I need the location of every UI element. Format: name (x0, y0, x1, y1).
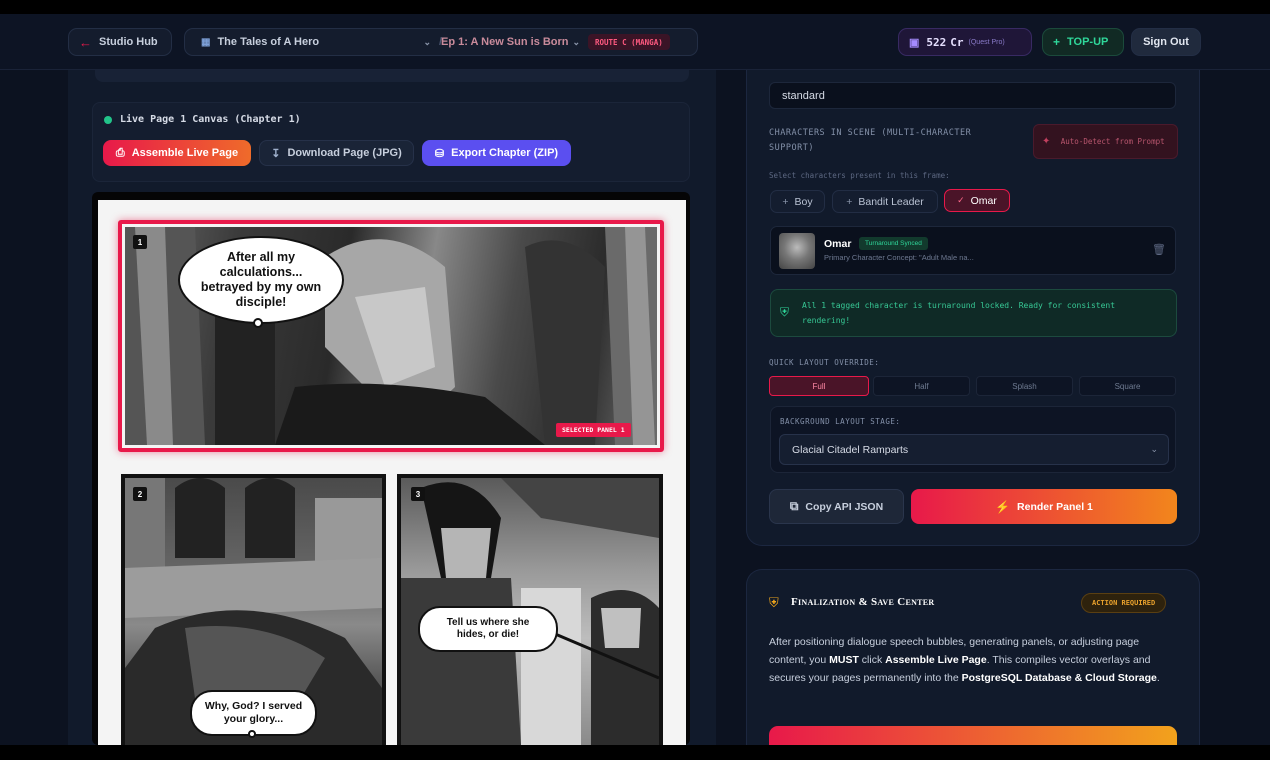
assemble-live-page-button[interactable]: ⎙ Assemble Live Page (103, 140, 251, 166)
studio-hub-button[interactable]: ← Studio Hub (68, 28, 172, 56)
fin-text-4: . (1156, 672, 1160, 684)
lightning-icon: ⚡ (995, 499, 1011, 514)
characters-label: CHARACTERS IN SCENE (MULTI-CHARACTER SUP… (769, 128, 972, 154)
database-icon: ⛁ (434, 147, 445, 160)
plus-icon: + (782, 195, 789, 208)
fin-must: MUST (829, 654, 859, 666)
download-icon: ↧ (271, 147, 281, 160)
episode-label: Ep 1: A New Sun is Born (441, 36, 569, 48)
chevron-down-icon: ⌄ (423, 36, 431, 47)
coin-icon: ▣ (909, 36, 920, 49)
layout-square[interactable]: Square (1079, 376, 1176, 396)
finalization-title: Finalization & Save Center (791, 596, 935, 608)
shield-icon: ⛨ (769, 595, 779, 610)
background-select[interactable]: Glacial Citadel Ramparts ⌄ (779, 434, 1169, 465)
character-card (770, 226, 1176, 275)
auto-detect-label: Auto-Detect from Prompt (1060, 136, 1165, 146)
credits-value: 522 (926, 35, 947, 49)
app-window: ← Studio Hub ▦ The Tales of A Hero ⌄ / E… (0, 0, 1270, 760)
studio-hub-label: Studio Hub (99, 36, 158, 48)
selected-panel-tag: SELECTED PANEL 1 (556, 423, 631, 437)
select-hint: Select characters present in this frame: (769, 171, 950, 180)
character-chip-boy[interactable]: + Boy (770, 190, 825, 213)
render-label: Render Panel 1 (1017, 500, 1093, 513)
letterbox-top (0, 0, 1270, 14)
character-chip-label: Omar (970, 194, 997, 207)
bubble-tail-handle[interactable] (248, 730, 256, 738)
panel-3-speech-bubble[interactable]: Tell us where she hides, or die! (418, 606, 558, 652)
panel-1-number: 1 (133, 235, 147, 249)
character-name: Omar (824, 238, 852, 250)
layout-full[interactable]: Full (769, 376, 869, 396)
fin-db: PostgreSQL Database & Cloud Storage (961, 672, 1157, 684)
credits-badge[interactable]: ▣ 522 Cr (Quest Pro) (898, 28, 1032, 56)
project-selector: ▦ The Tales of A Hero ⌄ / Ep 1: A New Su… (184, 28, 698, 56)
letterbox-bottom (0, 745, 1270, 760)
credits-unit: Cr (950, 35, 964, 49)
background-label: BACKGROUND LAYOUT STAGE: (780, 417, 901, 426)
panel-3-number: 3 (411, 487, 425, 501)
chevron-down-icon: ⌄ (1150, 444, 1158, 454)
arrow-left-icon: ← (79, 34, 92, 50)
check-icon: ✓ (957, 195, 965, 205)
style-field[interactable]: standard (769, 82, 1176, 109)
turnaround-badge: Turnaround Synced (859, 237, 928, 250)
canvas-status: Live Page 1 Canvas (Chapter 1) (120, 114, 301, 125)
layout-half[interactable]: Half (873, 376, 970, 396)
character-chip-bandit-leader[interactable]: + Bandit Leader (832, 190, 938, 213)
panel-2-speech-bubble[interactable]: Why, God? I served your glory... (190, 690, 317, 736)
character-avatar (779, 233, 815, 269)
sign-out-button[interactable]: Sign Out (1131, 28, 1201, 56)
finalization-text: After positioning dialogue speech bubble… (769, 633, 1169, 687)
character-chip-label: Boy (794, 195, 813, 208)
panel-prev-edge (95, 70, 689, 82)
character-concept: Primary Character Concept: "Adult Male n… (824, 253, 974, 262)
background-value: Glacial Citadel Ramparts (792, 443, 909, 456)
plus-icon: + (846, 195, 853, 208)
chevron-down-icon: ⌄ (572, 36, 581, 47)
panel-1-speech-bubble[interactable]: After all my calculations... betrayed by… (178, 236, 344, 324)
top-header: ← Studio Hub ▦ The Tales of A Hero ⌄ / E… (0, 14, 1270, 70)
download-page-button[interactable]: ↧ Download Page (JPG) (259, 140, 414, 166)
auto-detect-button[interactable]: ✦ Auto-Detect from Prompt (1033, 124, 1178, 159)
plan-label: (Quest Pro) (968, 38, 1005, 46)
shield-check-icon: ⛨ (780, 305, 790, 319)
panel-2-number: 2 (133, 487, 147, 501)
layout-splash[interactable]: Splash (976, 376, 1073, 396)
export-chapter-button[interactable]: ⛁ Export Chapter (ZIP) (422, 140, 571, 166)
book-icon: ▦ (201, 36, 211, 48)
trash-icon[interactable]: 🗑 (1152, 243, 1166, 256)
save-button-partial[interactable] (769, 726, 1177, 745)
topup-button[interactable]: + TOP-UP (1042, 28, 1124, 56)
action-required-badge: ACTION REQUIRED (1081, 593, 1167, 613)
copy-json-label: Copy API JSON (805, 500, 884, 513)
character-chip-label: Bandit Leader (858, 195, 924, 208)
character-chip-omar[interactable]: ✓ Omar (944, 189, 1010, 212)
fin-assemble: Assemble Live Page (885, 654, 987, 666)
bubble-tail-handle[interactable] (253, 318, 263, 328)
export-label: Export Chapter (ZIP) (451, 147, 559, 159)
project-title: The Tales of A Hero (217, 36, 320, 48)
plus-icon: + (1053, 35, 1061, 49)
printer-icon: ⎙ (115, 146, 125, 159)
magic-icon: ✦ (1042, 136, 1051, 147)
fin-text-2: click (858, 654, 886, 666)
download-label: Download Page (JPG) (287, 147, 402, 159)
live-status-dot (104, 116, 112, 124)
project-dropdown[interactable]: ▦ The Tales of A Hero ⌄ (201, 29, 431, 55)
topup-label: TOP-UP (1067, 36, 1109, 48)
episode-dropdown[interactable]: Ep 1: A New Sun is Born ⌄ (441, 29, 580, 55)
lock-notice-text: All 1 tagged character is turnaround loc… (802, 301, 1116, 325)
route-badge: ROUTE C (MANGA) (588, 34, 670, 50)
copy-icon: ⧉ (789, 499, 799, 513)
copy-api-json-button[interactable]: ⧉ Copy API JSON (769, 489, 904, 524)
render-panel-button[interactable]: ⚡ Render Panel 1 (911, 489, 1177, 524)
assemble-label: Assemble Live Page (131, 147, 239, 159)
layout-label: QUICK LAYOUT OVERRIDE: (769, 358, 880, 367)
